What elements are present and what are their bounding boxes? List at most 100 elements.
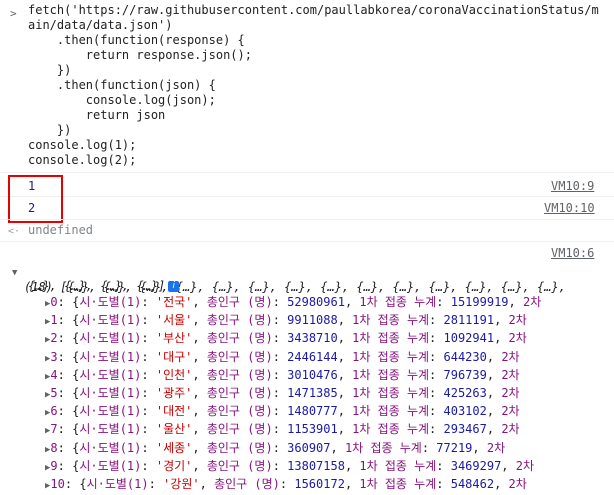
key-second-dose: 2차: [501, 349, 520, 364]
array-entry-row[interactable]: ▶10: {시·도별(1): '강원', 총인구 (명): 1560172, 1…: [45, 476, 527, 495]
comma: ,: [192, 331, 207, 346]
entry-index: 0: [50, 295, 58, 309]
key-region: 시·도별(1): [79, 331, 142, 346]
source-link-vm10-9[interactable]: VM10:9: [551, 178, 594, 195]
region-value: '부산': [155, 331, 193, 346]
key-first-dose: 1차 접종 누계: [352, 331, 430, 346]
array-entry-row[interactable]: ▶8: {시·도별(1): '세종', 총인구 (명): 360907, 1차 …: [45, 440, 505, 459]
key-first-dose: 1차 접종 누계: [359, 458, 437, 473]
first-dose-value: 15199919: [450, 295, 509, 309]
source-link-vm10-6[interactable]: VM10:6: [551, 245, 594, 262]
comma: ,: [337, 404, 353, 419]
comma: ,: [192, 404, 207, 419]
entry-index: 3: [50, 349, 58, 364]
key-population: 총인구 (명): [206, 458, 273, 473]
region-text: 울산: [163, 422, 186, 437]
comma: ,: [344, 458, 360, 473]
array-preview-text-2: {…}, {…}, {…}, {…}]: [28, 279, 166, 293]
colon: :: [141, 313, 156, 328]
key-first-dose: 1차 접종 누계: [344, 440, 422, 455]
array-entry-row[interactable]: ▶1: {시·도별(1): '서울', 총인구 (명): 9911088, 1차…: [45, 312, 527, 331]
comma: ,: [337, 422, 353, 437]
entry-index: 10: [50, 477, 65, 491]
array-entry-row[interactable]: ▶9: {시·도별(1): '경기', 총인구 (명): 13807158, 1…: [45, 458, 534, 477]
colon: :: [272, 313, 288, 328]
key-population: 총인구 (명): [206, 386, 273, 400]
array-entry-row[interactable]: ▶2: {시·도별(1): '부산', 총인구 (명): 3438710, 1차…: [45, 330, 527, 349]
comma: ,: [337, 386, 353, 400]
brace: {: [79, 477, 87, 491]
colon: :: [57, 422, 73, 437]
population-value: 9911088: [287, 313, 338, 328]
comma: ,: [337, 313, 353, 328]
region-text: 전국: [163, 295, 186, 309]
first-dose-value: 3469297: [450, 458, 502, 473]
source-link-vm10-10[interactable]: VM10:10: [544, 200, 595, 217]
population-value: 1480777: [287, 404, 338, 419]
comma: ,: [192, 440, 207, 455]
code-line: .then(function(response) {: [28, 33, 245, 47]
first-dose-value: 2811191: [443, 313, 495, 328]
colon: :: [141, 367, 156, 382]
key-second-dose: 2차: [486, 440, 506, 455]
colon: :: [272, 349, 288, 364]
key-population: 총인구 (명): [206, 404, 273, 419]
key-second-dose: 2차: [522, 295, 542, 309]
separator: [0, 196, 614, 197]
array-entry-row[interactable]: ▶3: {시·도별(1): '대구', 총인구 (명): 2446144, 1차…: [45, 349, 520, 368]
colon: :: [436, 458, 451, 473]
population-value: 2446144: [287, 349, 338, 364]
region-value: '강원': [163, 477, 200, 491]
population-value: 13807158: [287, 458, 345, 473]
code-line: console.log(1);: [28, 138, 137, 152]
population-value: 3438710: [287, 331, 338, 346]
region-text: 서울: [163, 313, 186, 328]
colon: :: [57, 367, 73, 382]
info-icon[interactable]: i: [168, 281, 180, 292]
region-text: 대전: [163, 404, 186, 419]
code-line: }): [28, 63, 72, 77]
key-region: 시·도별(1): [79, 422, 142, 437]
expand-toggle-icon[interactable]: ▼: [12, 265, 17, 282]
code-line: return json: [28, 108, 166, 122]
colon: :: [429, 422, 444, 437]
colon: :: [436, 295, 451, 309]
return-value-text: undefined: [28, 223, 94, 237]
region-value: '광주': [155, 386, 193, 400]
entry-index: 9: [50, 458, 58, 473]
array-entry-row[interactable]: ▶4: {시·도별(1): '인천', 총인구 (명): 3010476, 1차…: [45, 367, 520, 386]
key-second-dose: 2차: [501, 422, 520, 437]
entry-index: 1: [50, 313, 58, 328]
code-line: .then(function(json) {: [28, 78, 216, 92]
comma: ,: [501, 458, 516, 473]
colon: :: [57, 458, 73, 473]
key-first-dose: 1차 접종 누계: [352, 386, 430, 400]
entry-index: 8: [50, 440, 58, 455]
return-arrow-icon: <·: [8, 226, 21, 237]
array-entry-row[interactable]: ▶6: {시·도별(1): '대전', 총인구 (명): 1480777, 1차…: [45, 403, 520, 422]
code-line: return response.json();: [28, 48, 252, 62]
colon: :: [141, 422, 156, 437]
colon: :: [429, 331, 444, 346]
key-first-dose: 1차 접종 누계: [359, 295, 437, 309]
array-entry-row[interactable]: ▶0: {시·도별(1): '전국', 총인구 (명): 52980961, 1…: [45, 294, 541, 313]
key-second-dose: 2차: [508, 313, 527, 328]
entry-index: 4: [50, 367, 58, 382]
region-text: 광주: [163, 386, 186, 400]
region-value: '서울': [155, 313, 193, 328]
comma: ,: [494, 331, 509, 346]
key-second-dose: 2차: [508, 331, 527, 346]
key-region: 시·도별(1): [86, 477, 149, 491]
colon: :: [141, 440, 156, 455]
key-region: 시·도별(1): [79, 440, 142, 455]
key-population: 총인구 (명): [206, 440, 273, 455]
array-entry-row[interactable]: ▶5: {시·도별(1): '광주', 총인구 (명): 1471385, 1차…: [45, 385, 520, 404]
colon: :: [429, 349, 444, 364]
array-entry-row[interactable]: ▶7: {시·도별(1): '울산', 총인구 (명): 1153901, 1차…: [45, 421, 520, 440]
comma: ,: [192, 458, 207, 473]
region-value: '인천': [155, 367, 193, 382]
region-value: '울산': [155, 422, 193, 437]
code-line: }): [28, 123, 72, 137]
key-population: 총인구 (명): [206, 349, 273, 364]
separator: [0, 219, 614, 220]
